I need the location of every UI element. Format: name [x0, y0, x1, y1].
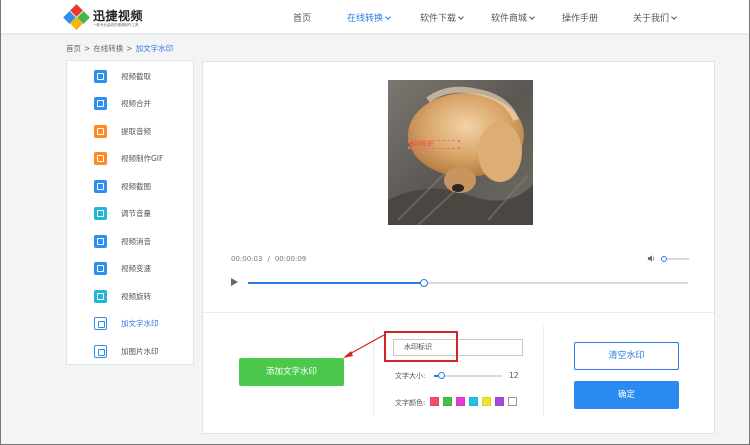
nav-software-download[interactable]: 软件下载 — [420, 11, 464, 24]
color-swatch-7[interactable] — [508, 397, 517, 406]
speed-icon — [94, 261, 107, 275]
sidebar-item-extract-audio[interactable]: 提取音频 — [94, 124, 151, 138]
color-swatch-1[interactable] — [430, 397, 439, 406]
watermark-preview[interactable]: 水印标识 — [408, 140, 460, 149]
chevron-down-icon — [529, 14, 535, 20]
annotation-arrow — [343, 334, 385, 358]
image-watermark-icon — [94, 344, 107, 358]
time-display: 00:00:03/00:00:09 — [231, 255, 307, 263]
nav-manual[interactable]: 操作手册 — [562, 11, 598, 24]
confirm-button[interactable]: 确定 — [574, 381, 679, 409]
add-text-watermark-button[interactable]: 添加文字水印 — [239, 358, 344, 386]
color-swatch-3[interactable] — [456, 397, 465, 406]
color-swatch-6[interactable] — [495, 397, 504, 406]
text-size-slider[interactable] — [434, 372, 502, 379]
nav-about[interactable]: 关于我们 — [633, 11, 677, 24]
header: 迅捷视频 一款专业高效的视频制作工具 首页 在线转换 软件下载 软件商城 操作手… — [1, 0, 749, 35]
total-time: 00:00:09 — [274, 255, 307, 263]
color-swatches — [430, 397, 521, 406]
clear-watermark-button[interactable]: 清空水印 — [574, 342, 679, 370]
volume-knob[interactable] — [661, 256, 667, 262]
brand-tagline: 一款专业高效的视频制作工具 — [93, 23, 139, 27]
nav-software-store[interactable]: 软件商城 — [491, 11, 535, 24]
text-watermark-icon — [94, 316, 107, 330]
volume-control[interactable] — [647, 253, 689, 265]
progress-knob[interactable] — [420, 279, 428, 287]
annotation-highlight-box — [384, 331, 458, 362]
headphones-icon — [94, 124, 107, 138]
dog-video-frame — [388, 80, 533, 225]
speaker-icon[interactable] — [647, 254, 656, 263]
crop-icon — [94, 69, 107, 83]
sidebar-item-volume[interactable]: 调节音量 — [94, 206, 151, 220]
chevron-down-icon — [671, 14, 677, 20]
sidebar-item-crop[interactable]: 视频截取 — [94, 69, 151, 83]
logo-icon[interactable] — [63, 4, 90, 30]
sidebar-item-text-watermark[interactable]: 加文字水印 — [94, 316, 159, 330]
gif-icon — [94, 151, 107, 165]
color-swatch-2[interactable] — [443, 397, 452, 406]
sidebar-item-merge[interactable]: 视频合并 — [94, 96, 151, 110]
breadcrumb: 首页 > 在线转换 > 加文字水印 — [66, 44, 174, 53]
screenshot-icon — [94, 179, 107, 193]
progress-fill — [248, 282, 424, 284]
sidebar-item-image-watermark[interactable]: 加图片水印 — [94, 344, 159, 358]
brand-name[interactable]: 迅捷视频 — [93, 7, 143, 24]
text-size-knob[interactable] — [437, 372, 445, 379]
progress-track[interactable] — [248, 279, 688, 287]
breadcrumb-current: 加文字水印 — [135, 44, 174, 53]
play-icon[interactable] — [231, 278, 238, 286]
chevron-down-icon — [385, 14, 391, 20]
merge-icon — [94, 96, 107, 110]
volume-icon — [94, 206, 107, 220]
text-color-label: 文字颜色: — [395, 399, 426, 407]
nav-online-convert[interactable]: 在线转换 — [347, 11, 391, 24]
sidebar-item-screenshot[interactable]: 视频截图 — [94, 179, 151, 193]
video-preview[interactable]: 水印标识 — [388, 80, 533, 225]
volume-track[interactable] — [667, 258, 689, 260]
breadcrumb-online-convert[interactable]: 在线转换 — [93, 44, 123, 53]
main-panel: 水印标识 00:00:03/00:00:09 添加文字水印 水印标识 文字大小:… — [202, 61, 715, 434]
nav-home[interactable]: 首页 — [293, 11, 311, 24]
sidebar-item-mute[interactable]: 视频消音 — [94, 234, 151, 248]
mute-icon — [94, 234, 107, 248]
divider — [543, 326, 544, 416]
color-swatch-5[interactable] — [482, 397, 491, 406]
text-size-label: 文字大小: — [395, 372, 426, 380]
sidebar-item-rotate[interactable]: 视频旋转 — [94, 289, 151, 303]
rotate-icon — [94, 289, 107, 303]
sidebar: 视频截取 视频合并 提取音频 视频制作GIF 视频截图 调节音量 视频消音 视频… — [66, 60, 194, 365]
color-swatch-4[interactable] — [469, 397, 478, 406]
divider — [203, 312, 714, 313]
chevron-down-icon — [458, 14, 464, 20]
current-time: 00:00:03 — [231, 255, 263, 263]
sidebar-item-gif[interactable]: 视频制作GIF — [94, 151, 163, 165]
breadcrumb-home[interactable]: 首页 — [66, 44, 81, 53]
sidebar-item-speed[interactable]: 视频变速 — [94, 261, 151, 275]
text-size-value: 12 — [509, 371, 519, 380]
